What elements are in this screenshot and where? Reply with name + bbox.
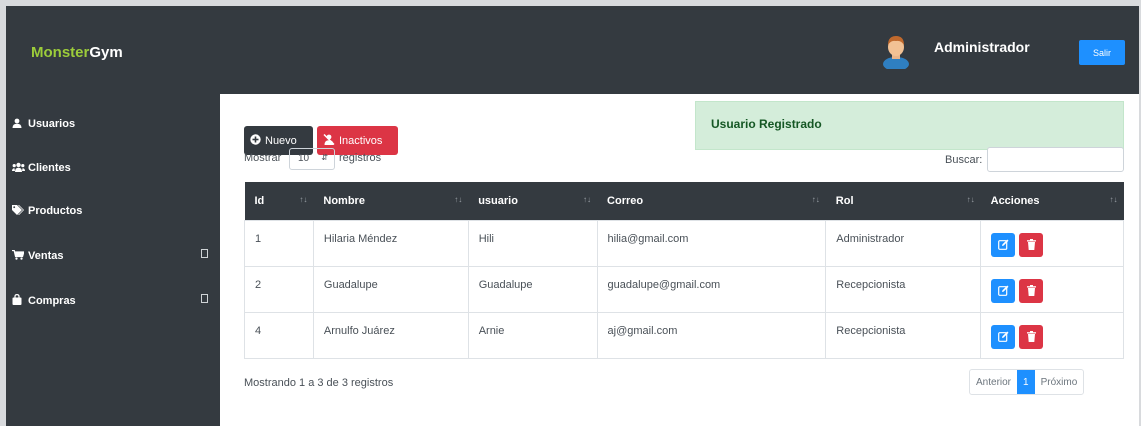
brand-logo[interactable]: MonsterGym	[31, 44, 123, 61]
cell-id: 1	[244, 219, 314, 267]
sort-icon: ↑↓	[454, 195, 463, 204]
sidebar-item-ventas[interactable]: Ventas	[12, 246, 208, 266]
table-row: 1 Hilaria Méndez Hili hilia@gmail.com Ad…	[244, 219, 1124, 267]
cell-rol: Administrador	[825, 219, 982, 267]
sidebar: Usuarios Clientes Productos Ventas Compr…	[6, 94, 220, 426]
edit-button[interactable]	[991, 232, 1016, 257]
user-name[interactable]: Administrador	[934, 39, 1030, 55]
table-info: Mostrando 1 a 3 de 3 registros	[244, 377, 394, 389]
cell-acciones	[980, 265, 1124, 313]
column-header-usuario[interactable]: usuario ↑↓	[468, 182, 598, 220]
cell-correo: guadalupe@gmail.com	[596, 265, 827, 313]
cell-nombre: Guadalupe	[312, 265, 469, 313]
delete-button[interactable]	[1019, 278, 1044, 303]
pagination: Anterior 1 Próximo	[969, 369, 1085, 395]
tags-icon	[12, 204, 28, 218]
cell-rol: Recepcionista	[825, 265, 982, 313]
edit-button[interactable]	[991, 278, 1016, 303]
page-length-select[interactable]: 10 ⇵	[289, 148, 335, 170]
sidebar-item-label: Productos	[28, 205, 83, 217]
cell-nombre: Arnulfo Juárez	[312, 311, 469, 359]
success-alert: Usuario Registrado	[695, 101, 1124, 150]
length-suffix: registros	[339, 152, 382, 164]
page-1-button[interactable]: 1	[1017, 370, 1035, 394]
trash-icon	[1026, 331, 1036, 342]
cart-icon	[12, 249, 28, 263]
column-header-correo[interactable]: Correo ↑↓	[597, 182, 826, 220]
cell-nombre: Hilaria Méndez	[312, 219, 469, 267]
sort-icon: ↑↓	[811, 195, 820, 204]
sidebar-item-productos[interactable]: Productos	[12, 201, 208, 221]
table-header-row: Id ↑↓ Nombre ↑↓ usuario ↑↓ Correo ↑↓ Rol ↑↓ A…	[244, 182, 1124, 220]
length-prefix: Mostrar	[244, 152, 282, 164]
cell-acciones	[980, 219, 1124, 267]
sidebar-item-compras[interactable]: Compras	[12, 291, 208, 311]
page-length-value: 10	[298, 153, 310, 164]
users-icon	[12, 162, 28, 175]
sidebar-item-label: Usuarios	[28, 118, 76, 130]
users-table: Id ↑↓ Nombre ↑↓ usuario ↑↓ Correo ↑↓ Rol ↑↓ A…	[244, 182, 1124, 359]
cell-usuario: Hili	[467, 219, 598, 267]
brand-part-1: Monster	[31, 44, 90, 61]
edit-icon	[997, 239, 1009, 250]
table-row: 2 Guadalupe Guadalupe guadalupe@gmail.co…	[244, 265, 1124, 313]
cell-id: 2	[244, 265, 314, 313]
sidebar-item-clientes[interactable]: Clientes	[12, 158, 208, 178]
logout-button[interactable]: Salir	[1079, 40, 1125, 65]
prev-page-button[interactable]: Anterior	[970, 370, 1017, 394]
sidebar-item-label: Compras	[28, 295, 76, 307]
select-arrow-icon: ⇵	[321, 153, 328, 162]
expand-icon[interactable]	[201, 294, 208, 303]
cell-id: 4	[244, 311, 314, 359]
edit-icon	[997, 331, 1009, 342]
sort-icon: ↑↓	[299, 195, 308, 204]
shopping-bag-icon	[12, 293, 28, 308]
user-icon	[12, 118, 28, 131]
delete-button[interactable]	[1019, 232, 1044, 257]
cell-usuario: Guadalupe	[467, 265, 598, 313]
user-slash-icon	[323, 133, 335, 148]
search-input[interactable]	[987, 147, 1124, 172]
cell-acciones	[980, 311, 1124, 359]
top-navbar: MonsterGym Administrador Salir	[6, 6, 1139, 94]
inactive-button-label: Inactivos	[339, 134, 383, 147]
column-header-acciones[interactable]: Acciones ↑↓	[980, 182, 1124, 220]
column-header-rol[interactable]: Rol ↑↓	[825, 182, 981, 220]
cell-rol: Recepcionista	[825, 311, 982, 359]
sidebar-item-label: Ventas	[28, 250, 64, 262]
avatar-icon[interactable]	[881, 33, 911, 69]
delete-button[interactable]	[1019, 324, 1044, 349]
new-button-label: Nuevo	[265, 134, 297, 147]
edit-button[interactable]	[991, 324, 1016, 349]
table-row: 4 Arnulfo Juárez Arnie aj@gmail.com Rece…	[244, 311, 1124, 359]
next-page-button[interactable]: Próximo	[1035, 370, 1084, 394]
search-label: Buscar:	[945, 154, 983, 166]
column-header-nombre[interactable]: Nombre ↑↓	[313, 182, 469, 220]
trash-icon	[1026, 285, 1036, 296]
edit-icon	[997, 285, 1009, 296]
cell-correo: aj@gmail.com	[596, 311, 827, 359]
brand-part-2: Gym	[89, 44, 123, 61]
sidebar-item-label: Clientes	[28, 162, 71, 174]
sort-icon: ↑↓	[1109, 195, 1118, 204]
sidebar-item-usuarios[interactable]: Usuarios	[12, 114, 208, 134]
cell-correo: hilia@gmail.com	[596, 219, 827, 267]
trash-icon	[1026, 239, 1036, 250]
cell-usuario: Arnie	[467, 311, 598, 359]
expand-icon[interactable]	[201, 249, 208, 258]
plus-circle-icon	[250, 133, 261, 148]
sort-icon: ↑↓	[966, 195, 975, 204]
column-header-id[interactable]: Id ↑↓	[244, 182, 314, 220]
sort-icon: ↑↓	[583, 195, 592, 204]
